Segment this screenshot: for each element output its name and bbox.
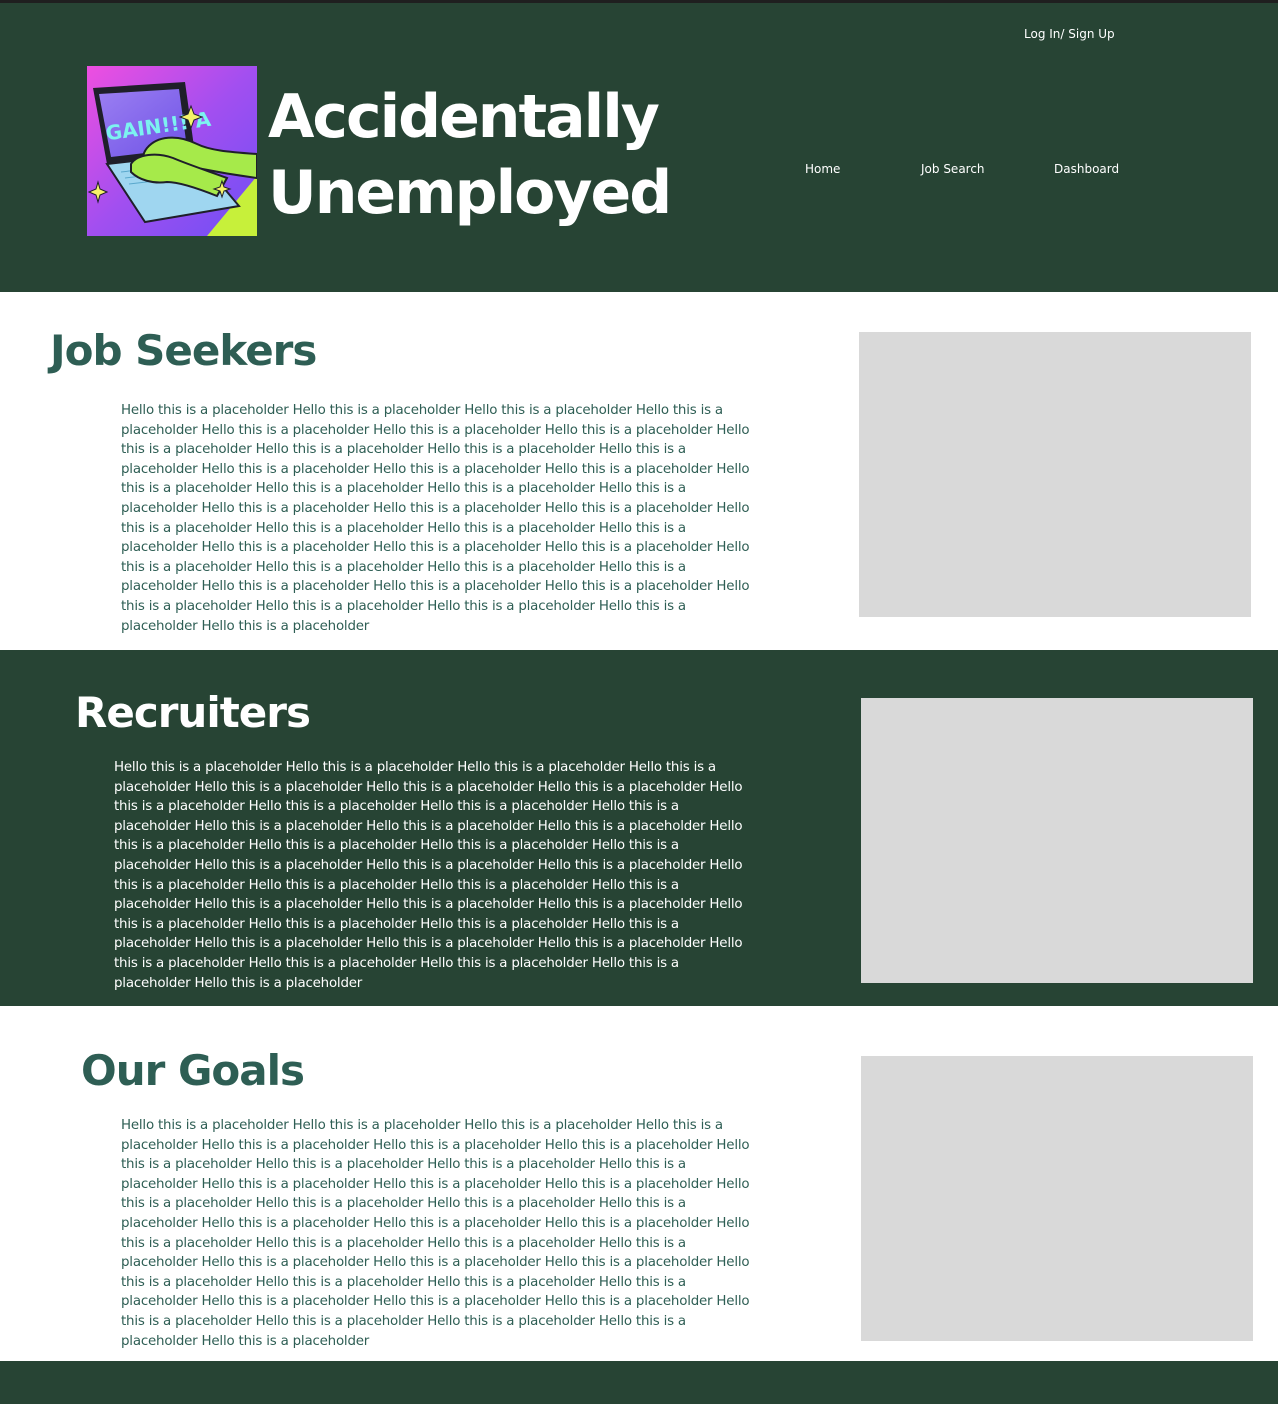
section-our-goals: Our Goals Hello this is a placeholder He… — [0, 1006, 1278, 1361]
section-job-seekers: Job Seekers Hello this is a placeholder … — [0, 292, 1278, 650]
nav-home[interactable]: Home — [805, 162, 840, 176]
image-placeholder — [859, 332, 1251, 617]
login-signup-link[interactable]: Log In/ Sign Up — [1024, 27, 1115, 41]
landing-page: Log In/ Sign Up GAIN!!! A Accidentally U… — [0, 0, 1278, 1404]
image-placeholder — [861, 698, 1253, 983]
laptop-typing-icon: GAIN!!! A — [87, 66, 257, 236]
section-body: Hello this is a placeholder Hello this i… — [121, 1118, 750, 1349]
section-recruiters: Recruiters Hello this is a placeholder H… — [0, 650, 1278, 1006]
site-header: Log In/ Sign Up GAIN!!! A Accidentally U… — [0, 3, 1278, 292]
logo[interactable]: GAIN!!! A — [87, 66, 257, 236]
section-body: Hello this is a placeholder Hello this i… — [121, 403, 750, 634]
section-heading: Job Seekers — [50, 326, 317, 375]
section-heading: Our Goals — [81, 1046, 305, 1095]
nav-job-search[interactable]: Job Search — [921, 162, 985, 176]
site-title-line1: Accidentally — [268, 82, 660, 152]
image-placeholder — [861, 1056, 1253, 1341]
section-body: Hello this is a placeholder Hello this i… — [114, 760, 743, 991]
nav-dashboard[interactable]: Dashboard — [1054, 162, 1119, 176]
site-title-line2: Unemployed — [268, 158, 672, 228]
site-footer — [0, 1361, 1278, 1404]
section-heading: Recruiters — [75, 688, 311, 737]
site-title: Accidentally Unemployed — [268, 79, 672, 231]
